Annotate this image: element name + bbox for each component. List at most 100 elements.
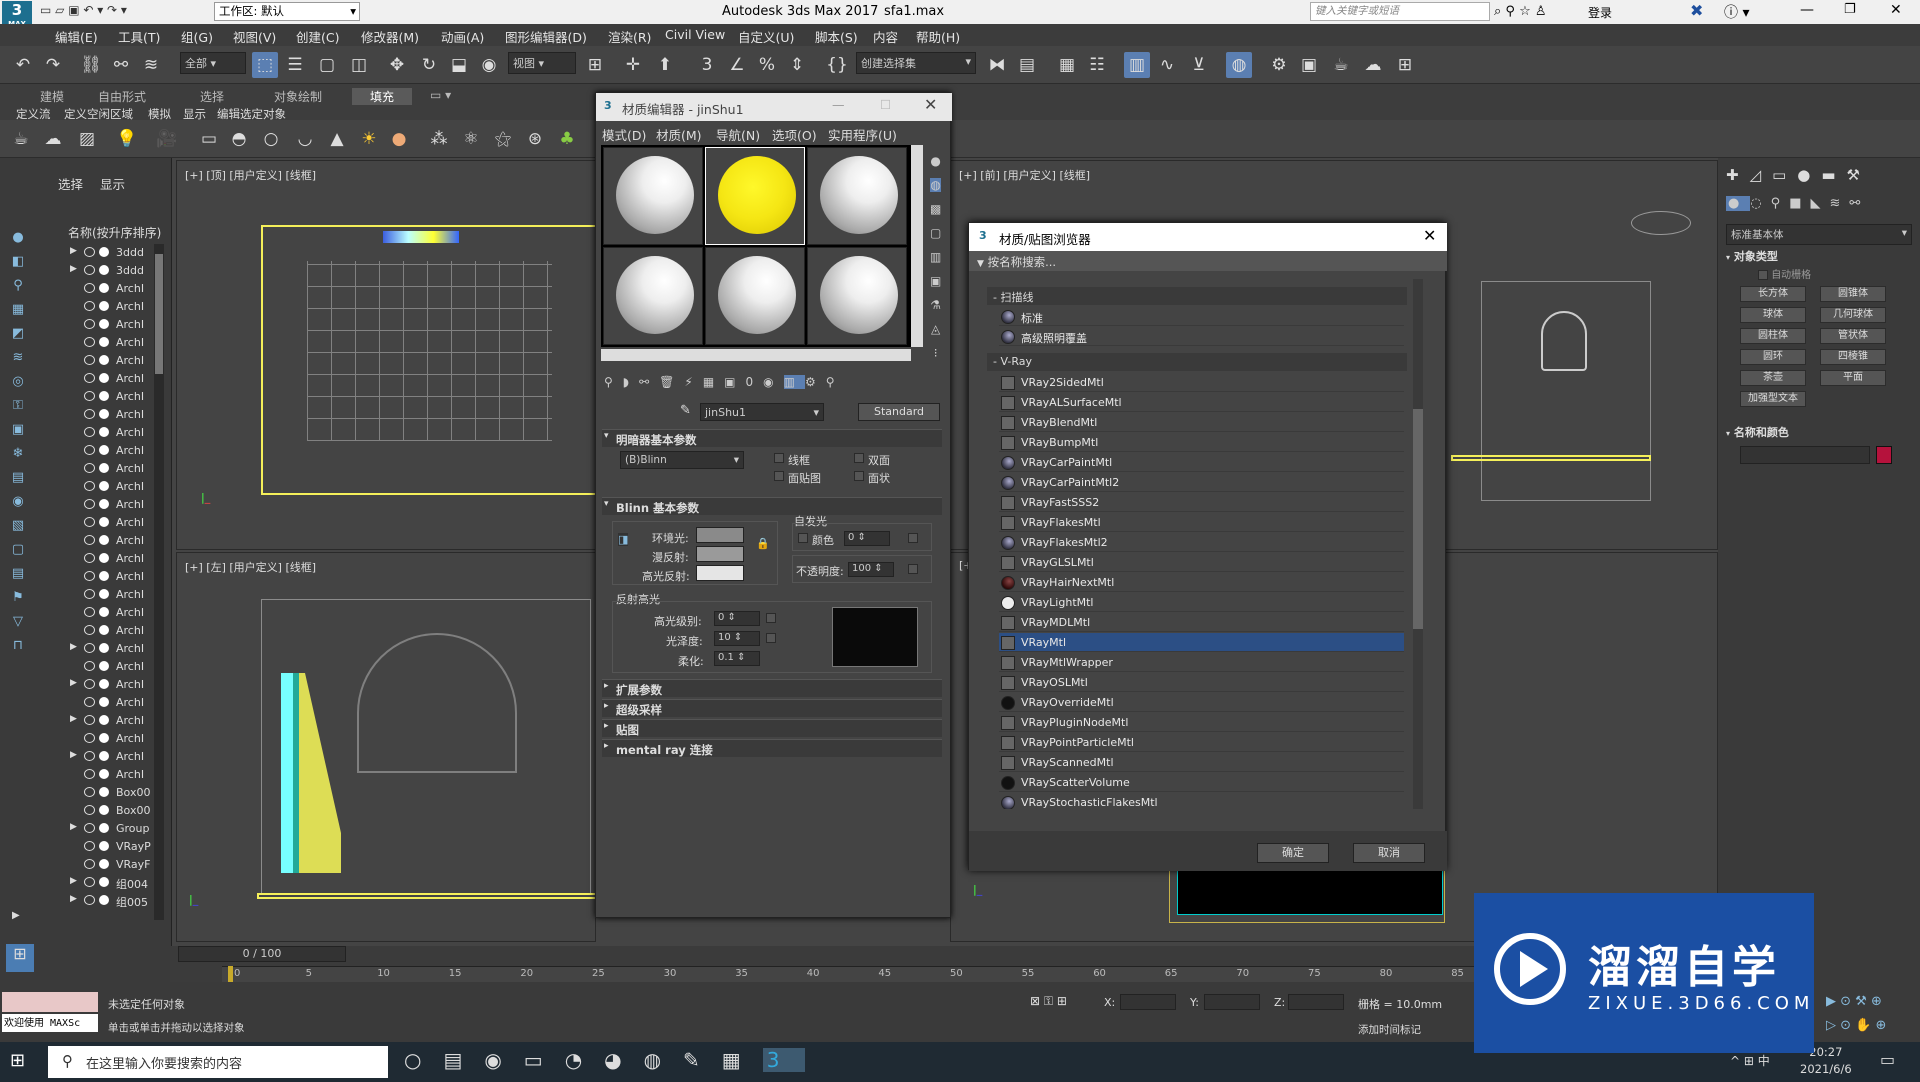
visibility-icon[interactable] bbox=[84, 535, 95, 545]
visibility-icon[interactable] bbox=[84, 427, 95, 437]
glossiness-map-button[interactable] bbox=[766, 633, 776, 643]
browser-item[interactable]: 标准 bbox=[999, 307, 1404, 326]
freeze-icon[interactable] bbox=[99, 373, 109, 383]
search-icon[interactable]: ⌕ ⚲ ☆ ♙ bbox=[1494, 4, 1547, 19]
globe-icon[interactable]: ⊛ bbox=[522, 126, 548, 152]
visibility-icon[interactable] bbox=[84, 247, 95, 257]
material-type-button[interactable]: Standard bbox=[858, 403, 940, 421]
visibility-icon[interactable] bbox=[84, 877, 95, 887]
object-name-field[interactable] bbox=[1740, 446, 1870, 464]
freeze-icon[interactable] bbox=[99, 841, 109, 851]
primitive-button[interactable]: 管状体 bbox=[1820, 328, 1886, 344]
primitive-button[interactable]: 长方体 bbox=[1740, 286, 1806, 302]
browser-item[interactable]: VRayPluginNodeMtl bbox=[999, 713, 1404, 732]
browser-item[interactable]: VRayOverrideMtl bbox=[999, 693, 1404, 712]
hemisphere-icon[interactable]: ◓ bbox=[226, 126, 252, 152]
material-editor-maximize[interactable]: ☐ bbox=[880, 97, 891, 112]
y-field[interactable] bbox=[1204, 994, 1260, 1010]
group-vray[interactable]: - V-Ray bbox=[987, 353, 1407, 371]
browser-titlebar[interactable]: 3 材质/贴图浏览器 ✕ bbox=[969, 223, 1447, 251]
close-x-icon[interactable]: ✖ bbox=[1690, 1, 1703, 20]
freeze-icon[interactable] bbox=[99, 805, 109, 815]
expand-icon[interactable]: ▶ bbox=[70, 264, 77, 274]
visibility-icon[interactable] bbox=[84, 679, 95, 689]
freeze-icon[interactable] bbox=[99, 643, 109, 653]
expand-icon[interactable]: ▶ bbox=[70, 822, 77, 832]
mirror-icon[interactable]: ⧓ bbox=[984, 52, 1010, 78]
menu-group[interactable]: 组(G) bbox=[181, 27, 213, 46]
menu-create[interactable]: 创建(C) bbox=[296, 27, 339, 46]
menu-modifiers[interactable]: 修改器(M) bbox=[361, 27, 419, 46]
visibility-icon[interactable] bbox=[84, 355, 95, 365]
expand-icon[interactable]: ▶ bbox=[70, 894, 77, 904]
freeze-icon[interactable] bbox=[99, 697, 109, 707]
twosided-checkbox[interactable] bbox=[854, 453, 864, 463]
layers-icon[interactable]: ☷ bbox=[1084, 52, 1110, 78]
browser-item[interactable]: VRayHairNextMtl bbox=[999, 573, 1404, 592]
ribbon-tab-freeform[interactable]: 自由形式 bbox=[98, 88, 146, 105]
browser-close[interactable]: ✕ bbox=[1423, 226, 1436, 245]
browser-item[interactable]: VRayLightMtl bbox=[999, 593, 1404, 612]
add-time-tag[interactable]: 添加时间标记 bbox=[1358, 1022, 1421, 1037]
expand-icon[interactable]: ▶ bbox=[70, 678, 77, 688]
lock-icon[interactable]: 🔒 bbox=[756, 537, 770, 550]
opacity-map-button[interactable] bbox=[908, 564, 918, 574]
time-cursor[interactable] bbox=[228, 966, 233, 982]
visibility-icon[interactable] bbox=[84, 787, 95, 797]
freeze-icon[interactable] bbox=[99, 553, 109, 563]
select-object-icon[interactable]: ⬚ bbox=[252, 52, 278, 78]
self-illum-map-button[interactable] bbox=[908, 533, 918, 543]
menu-content[interactable]: 内容 bbox=[873, 27, 898, 46]
freeze-icon[interactable] bbox=[99, 589, 109, 599]
mated-menu-navigation[interactable]: 导航(N) bbox=[716, 125, 760, 144]
freeze-icon[interactable] bbox=[99, 751, 109, 761]
visibility-icon[interactable] bbox=[84, 553, 95, 563]
redo-icon[interactable]: ↷ bbox=[40, 52, 66, 78]
select-manipulate-icon[interactable]: ✛ bbox=[620, 52, 646, 78]
spec-level-spinner[interactable]: 0 ⇕ bbox=[714, 611, 760, 626]
visibility-icon[interactable] bbox=[84, 715, 95, 725]
select-by-name-icon[interactable]: ☰ bbox=[282, 52, 308, 78]
browser-search[interactable]: ▼ 按名称搜索... bbox=[969, 251, 1447, 271]
cmd-subtabs-icons[interactable]: ● ◌⚲■◣≋⚯ bbox=[1726, 196, 1869, 211]
visibility-icon[interactable] bbox=[84, 499, 95, 509]
browser-item[interactable]: VRayMtl bbox=[999, 633, 1404, 652]
freeze-icon[interactable] bbox=[99, 787, 109, 797]
eyedropper-icon[interactable]: ✎ bbox=[680, 403, 691, 418]
name-color-rollout[interactable]: ▾ 名称和颜色 bbox=[1726, 424, 1912, 440]
help-icon[interactable]: ⓘ ▾ bbox=[1724, 2, 1749, 22]
reference-coord-dropdown[interactable]: 视图 ▾ bbox=[508, 52, 576, 74]
browser-item[interactable]: VRayCarPaintMtl2 bbox=[999, 473, 1404, 492]
move-icon[interactable]: ✥ bbox=[384, 52, 410, 78]
visibility-icon[interactable] bbox=[84, 607, 95, 617]
primitive-button[interactable]: 茶壶 bbox=[1740, 370, 1806, 386]
freeze-icon[interactable] bbox=[99, 535, 109, 545]
cloud-icon[interactable]: ☁ bbox=[40, 126, 66, 152]
render-setup-icon[interactable]: ⚙ bbox=[1266, 52, 1292, 78]
expand-icon[interactable]: ▶ bbox=[70, 876, 77, 886]
freeze-icon[interactable] bbox=[99, 859, 109, 869]
visibility-icon[interactable] bbox=[84, 571, 95, 581]
freeze-icon[interactable] bbox=[99, 445, 109, 455]
layout-grid-icon[interactable]: ⊞ bbox=[6, 944, 34, 972]
wire-checkbox[interactable] bbox=[774, 453, 784, 463]
visibility-icon[interactable] bbox=[84, 283, 95, 293]
visibility-icon[interactable] bbox=[84, 373, 95, 383]
expand-icon[interactable]: ▶ bbox=[70, 246, 77, 256]
mated-menu-utilities[interactable]: 实用程序(U) bbox=[828, 125, 897, 144]
maxscript-listener[interactable] bbox=[2, 992, 98, 1012]
visibility-icon[interactable] bbox=[84, 445, 95, 455]
rect-selection-icon[interactable]: ▢ bbox=[314, 52, 340, 78]
freeze-icon[interactable] bbox=[99, 679, 109, 689]
sun-icon[interactable]: ☀ bbox=[356, 126, 382, 152]
visibility-icon[interactable] bbox=[84, 409, 95, 419]
freeze-icon[interactable] bbox=[99, 265, 109, 275]
browser-item[interactable]: VRayFlakesMtl bbox=[999, 513, 1404, 532]
primitive-button[interactable]: 四棱锥 bbox=[1820, 349, 1886, 365]
freeze-icon[interactable] bbox=[99, 571, 109, 581]
menu-tools[interactable]: 工具(T) bbox=[118, 27, 160, 46]
primitive-button[interactable]: 球体 bbox=[1740, 307, 1806, 323]
snap-3d-icon[interactable]: 3 bbox=[694, 52, 720, 78]
freeze-icon[interactable] bbox=[99, 481, 109, 491]
browser-item[interactable]: VRayBumpMtl bbox=[999, 433, 1404, 452]
